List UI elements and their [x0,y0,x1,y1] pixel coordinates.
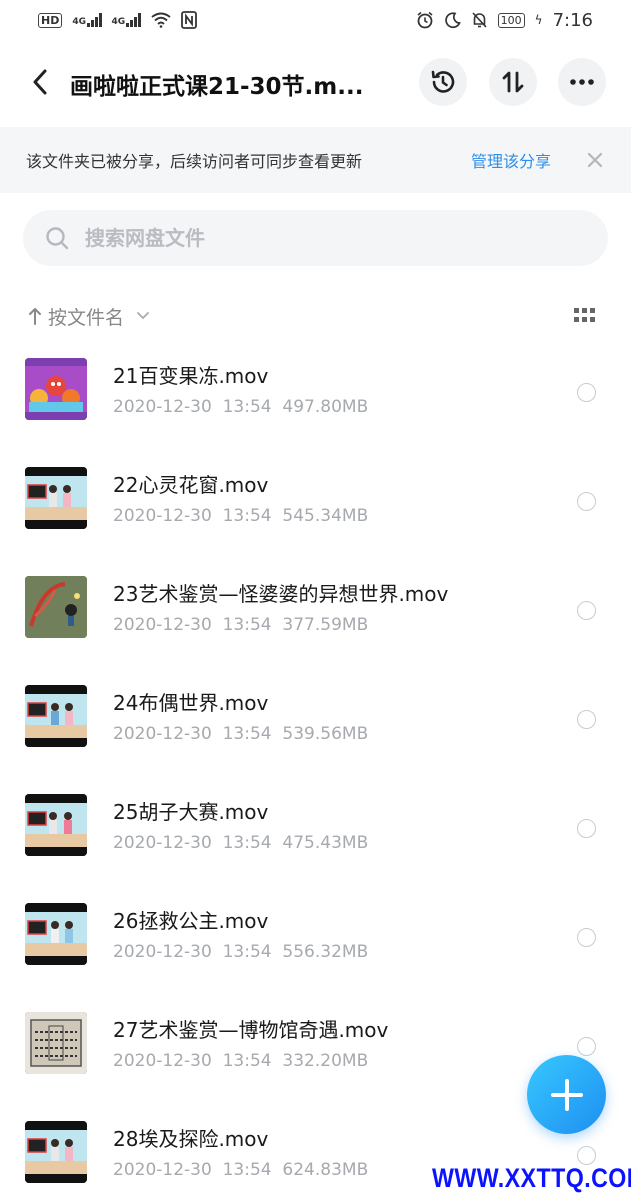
network-type-2: 4G [111,17,126,27]
back-icon [33,69,47,95]
page-title: 画啦啦正式课21-30节.m... [70,74,364,100]
file-meta: 2020-12-30 13:54 497.80MB [113,397,369,417]
video-thumbnail [25,358,87,420]
file-name: 22心灵花窗.mov [113,473,269,497]
select-radio[interactable] [577,710,596,729]
status-bar: HD 4G 4G 100 ϟ 7:16 [0,0,631,40]
history-button[interactable] [419,58,467,106]
close-icon[interactable] [584,149,606,171]
add-button[interactable] [527,1055,606,1134]
file-meta: 2020-12-30 13:54 556.32MB [113,942,369,962]
video-thumbnail [25,903,87,965]
file-row[interactable]: 21百变果冻.mov 2020-12-30 13:54 497.80MB [0,340,631,449]
status-right: 100 ϟ 7:16 [416,10,593,31]
back-button[interactable] [22,64,58,100]
file-row[interactable]: 24布偶世界.mov 2020-12-30 13:54 539.56MB [0,667,631,776]
select-radio[interactable] [577,383,596,402]
file-meta: 2020-12-30 13:54 539.56MB [113,724,369,744]
share-banner-text: 该文件夹已被分享，后续访问者可同步查看更新 [26,152,363,171]
battery-level: 100 [500,13,522,27]
moon-icon [444,11,461,28]
more-icon [570,79,594,85]
mute-bell-icon [472,12,487,28]
signal-bars-icon [126,13,141,27]
signal-2: 4G [112,13,141,27]
signal-1: 4G [72,13,102,27]
file-name: 24布偶世界.mov [113,691,269,715]
hd-badge: HD [38,12,63,28]
select-radio[interactable] [577,492,596,511]
arrow-up-icon [29,308,41,325]
file-name: 21百变果冻.mov [113,364,269,388]
sort-selector[interactable]: 按文件名 [28,301,150,331]
video-thumbnail [25,467,87,529]
battery-icon: 100 [497,12,525,28]
app-header: 画啦啦正式课21-30节.m... [0,52,631,114]
search-icon [46,227,69,250]
file-name: 27艺术鉴赏—博物馆奇遇.mov [113,1018,389,1042]
file-row[interactable]: 23艺术鉴赏—怪婆婆的异想世界.mov 2020-12-30 13:54 377… [0,558,631,667]
file-name: 26拯救公主.mov [113,909,269,933]
video-thumbnail [25,1121,87,1183]
nfc-icon [180,11,197,29]
file-row[interactable]: 22心灵花窗.mov 2020-12-30 13:54 545.34MB [0,449,631,558]
grid-view-icon[interactable] [574,308,596,324]
video-thumbnail [25,794,87,856]
signal-bars-icon [87,13,102,27]
search-input[interactable] [85,218,565,258]
more-button[interactable] [558,58,606,106]
select-radio[interactable] [577,1037,596,1056]
select-radio[interactable] [577,819,596,838]
status-left: HD 4G 4G [38,11,197,29]
charging-icon: ϟ [534,13,543,27]
video-thumbnail [25,685,87,747]
watermark: WWW.XXTTQ.COM [432,1163,631,1193]
video-thumbnail [25,576,87,638]
file-meta: 2020-12-30 13:54 624.83MB [113,1160,369,1180]
file-meta: 2020-12-30 13:54 545.34MB [113,506,369,526]
search-bar[interactable] [23,210,608,266]
clock: 7:16 [552,9,593,31]
file-meta: 2020-12-30 13:54 377.59MB [113,615,369,635]
manage-share-link[interactable]: 管理该分享 [471,148,551,172]
select-radio[interactable] [577,601,596,620]
share-banner: 该文件夹已被分享，后续访问者可同步查看更新 管理该分享 [0,127,631,193]
wifi-icon [151,12,171,28]
file-row[interactable]: 25胡子大赛.mov 2020-12-30 13:54 475.43MB [0,776,631,885]
network-type-1: 4G [72,17,86,27]
alarm-icon [417,11,433,29]
video-thumbnail [25,1012,87,1074]
file-meta: 2020-12-30 13:54 475.43MB [113,833,369,853]
sort-order-button[interactable] [489,58,537,106]
history-icon [431,70,455,93]
plus-icon [550,1078,583,1111]
file-meta: 2020-12-30 13:54 332.20MB [113,1051,369,1071]
sort-order-icon [502,71,524,93]
file-name: 28埃及探险.mov [113,1127,269,1151]
chevron-down-icon [137,312,149,320]
sort-label: 按文件名 [48,306,125,329]
file-name: 23艺术鉴赏—怪婆婆的异想世界.mov [113,582,449,606]
select-radio[interactable] [577,928,596,947]
file-row[interactable]: 26拯救公主.mov 2020-12-30 13:54 556.32MB [0,885,631,994]
file-name: 25胡子大赛.mov [113,800,269,824]
